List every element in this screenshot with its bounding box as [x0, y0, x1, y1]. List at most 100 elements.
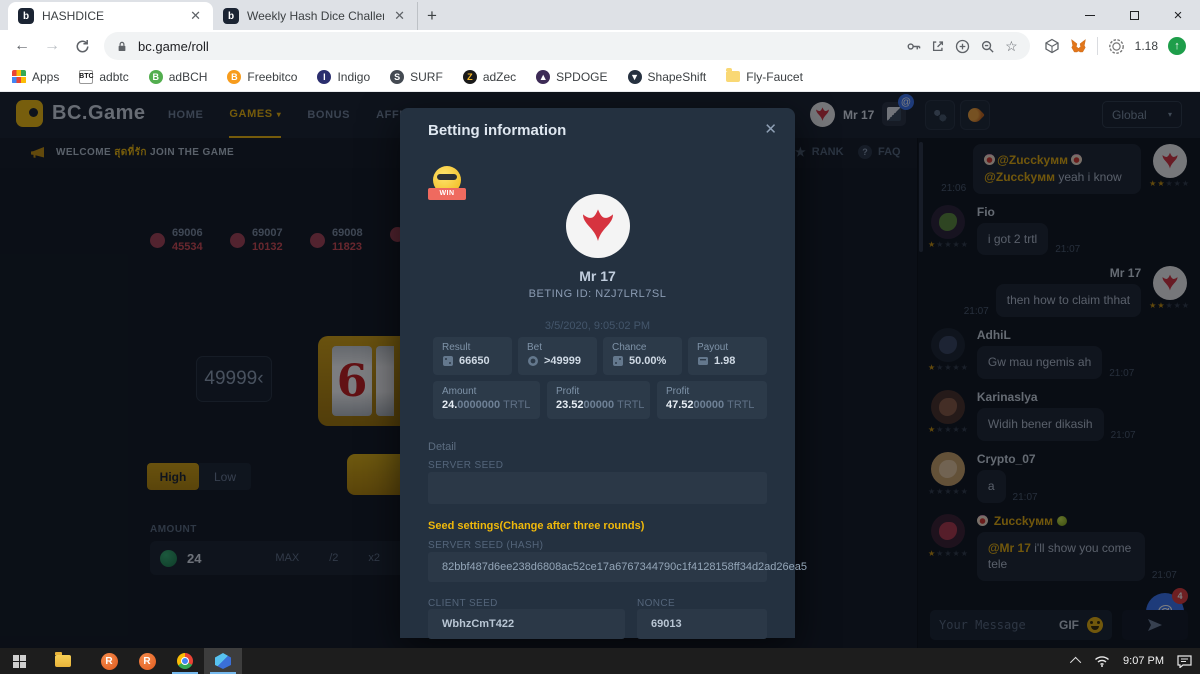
- url-text[interactable]: bc.game/roll: [138, 39, 209, 54]
- lock-icon[interactable]: [116, 40, 128, 53]
- amount-box: Amount 24.0000000TRTL: [433, 381, 540, 419]
- app-icon: [215, 653, 231, 669]
- extension-value: 1.18: [1135, 39, 1158, 53]
- key-icon[interactable]: [906, 39, 921, 54]
- bookmark-apps[interactable]: Apps: [12, 70, 59, 84]
- bookmark-adbch[interactable]: BadBCH: [149, 70, 208, 84]
- bet-amounts-row: Amount 24.0000000TRTL Profit 23.5200000T…: [433, 381, 767, 419]
- cube-extension-icon[interactable]: [1044, 38, 1060, 54]
- client-seed-label: CLIENT SEED: [428, 598, 498, 609]
- win-badge: WIN: [428, 166, 466, 206]
- windows-taskbar: R R 9:07 PM: [0, 648, 1200, 674]
- server-seed-hash-field[interactable]: 82bbf487d6ee238d6808ac52ce17a6767344790c…: [428, 552, 767, 582]
- bet-timestamp: 3/5/2020, 9:05:02 PM: [400, 320, 795, 332]
- bookmark-adzec[interactable]: ZadZec: [463, 70, 516, 84]
- start-button[interactable]: [0, 648, 38, 674]
- forward-icon[interactable]: →: [38, 32, 66, 60]
- nonce-label: NONCE: [637, 598, 675, 609]
- tray-expand-icon[interactable]: [1070, 657, 1081, 668]
- bookmark-flyfaucet[interactable]: Fly-Faucet: [726, 70, 803, 84]
- folder-icon: [55, 655, 71, 667]
- coin-extension-icon[interactable]: [1108, 38, 1125, 55]
- browser-tab-strip: b HASHDICE ✕ b Weekly Hash Dice Challeng…: [0, 0, 1200, 30]
- server-seed-hash-label: SERVER SEED (HASH): [428, 540, 543, 551]
- card-icon: [697, 355, 709, 367]
- bch-icon: B: [149, 70, 163, 84]
- plus-circle-icon[interactable]: [955, 39, 970, 54]
- screen: b HASHDICE ✕ b Weekly Hash Dice Challeng…: [0, 0, 1200, 674]
- coin-icon: [527, 355, 539, 367]
- extensions-area: 1.18 ↑: [1038, 37, 1192, 55]
- tab-weekly-challenge[interactable]: b Weekly Hash Dice Challenge - Se ✕: [213, 2, 418, 30]
- wifi-icon[interactable]: [1094, 655, 1110, 667]
- system-tray: 9:07 PM: [1073, 648, 1192, 674]
- freebitco-icon: B: [227, 70, 241, 84]
- clock[interactable]: 9:07 PM: [1123, 655, 1164, 667]
- window-controls: ×: [1068, 0, 1200, 30]
- bookmarks-bar: Apps BTCadbtc BadBCH BFreebitco IIndigo …: [0, 62, 1200, 92]
- bookmark-adbtc[interactable]: BTCadbtc: [79, 70, 128, 84]
- r-app-icon: R: [101, 653, 118, 670]
- bookmark-shapeshift[interactable]: ▼ShapeShift: [628, 70, 707, 84]
- server-seed-label: SERVER SEED: [428, 460, 503, 471]
- tab-hashdice[interactable]: b HASHDICE ✕: [8, 2, 213, 30]
- betting-id: BETING ID: NZJ7LRL7SL: [400, 288, 795, 300]
- profit-box: Profit 23.5200000TRTL: [547, 381, 650, 419]
- bet-stats-row: Result 66650 Bet >49999 Chance 50.00% Pa…: [433, 337, 767, 375]
- shapeshift-fox-icon: ▼: [628, 70, 642, 84]
- restore-button[interactable]: [1112, 0, 1156, 30]
- metamask-icon[interactable]: [1070, 38, 1087, 54]
- seed-settings-heading: Seed settings(Change after three rounds): [428, 520, 644, 532]
- zoom-icon[interactable]: [980, 39, 995, 54]
- profile-up-icon[interactable]: ↑: [1168, 37, 1186, 55]
- nonce-field[interactable]: 69013: [637, 609, 767, 639]
- stat-chance: Chance 50.00%: [603, 337, 682, 375]
- spdoge-icon: ▲: [536, 70, 550, 84]
- close-button[interactable]: ×: [1156, 0, 1200, 30]
- modal-close-icon[interactable]: ✕: [764, 120, 777, 138]
- active-app-button[interactable]: [204, 648, 242, 674]
- tab-title: Weekly Hash Dice Challenge - Se: [247, 9, 384, 23]
- file-explorer-button[interactable]: [44, 648, 82, 674]
- apps-grid-icon: [12, 70, 26, 84]
- detail-label: Detail: [428, 441, 456, 453]
- client-seed-field[interactable]: WbhzCmT422: [428, 609, 625, 639]
- app-r1-button[interactable]: R: [90, 648, 128, 674]
- bookmark-surf[interactable]: SSURF: [390, 70, 443, 84]
- stat-bet: Bet >49999: [518, 337, 597, 375]
- betting-information-modal: Betting information ✕ WIN Mr 17 BETING I…: [400, 108, 795, 638]
- modal-title: Betting information: [428, 122, 566, 139]
- btc-icon: BTC: [79, 70, 93, 84]
- bookmark-star-icon[interactable]: ☆: [1005, 38, 1018, 55]
- dice-icon: [612, 355, 624, 367]
- surf-icon: S: [390, 70, 404, 84]
- windows-logo-icon: [13, 655, 26, 668]
- indigo-icon: I: [317, 70, 331, 84]
- stat-result: Result 66650: [433, 337, 512, 375]
- stat-payout: Payout 1.98: [688, 337, 767, 375]
- action-center-icon[interactable]: [1177, 655, 1192, 668]
- chrome-taskbar-button[interactable]: [166, 648, 204, 674]
- tab-close-icon[interactable]: ✕: [188, 8, 203, 24]
- reload-icon[interactable]: [68, 32, 96, 60]
- share-icon[interactable]: [931, 39, 945, 53]
- chrome-icon: [177, 653, 193, 669]
- bookmark-spdoge[interactable]: ▲SPDOGE: [536, 70, 607, 84]
- bookmark-indigo[interactable]: IIndigo: [317, 70, 370, 84]
- page: BC.Game HOME GAMES▾ BONUS AFFILIATE FORU…: [0, 92, 1200, 648]
- bcgame-favicon-icon: b: [223, 8, 239, 24]
- new-tab-button[interactable]: +: [418, 2, 446, 30]
- dice-icon: [442, 355, 454, 367]
- server-seed-field[interactable]: [428, 472, 767, 504]
- tab-title: HASHDICE: [42, 9, 180, 23]
- address-bar[interactable]: bc.game/roll ☆: [104, 32, 1030, 60]
- back-icon[interactable]: ←: [8, 32, 36, 60]
- r-app-icon: R: [139, 653, 156, 670]
- app-r2-button[interactable]: R: [128, 648, 166, 674]
- bcgame-favicon-icon: b: [18, 8, 34, 24]
- zec-icon: Z: [463, 70, 477, 84]
- folder-icon: [726, 71, 740, 82]
- tab-close-icon[interactable]: ✕: [392, 8, 407, 24]
- bookmark-freebitco[interactable]: BFreebitco: [227, 70, 297, 84]
- minimize-button[interactable]: [1068, 0, 1112, 30]
